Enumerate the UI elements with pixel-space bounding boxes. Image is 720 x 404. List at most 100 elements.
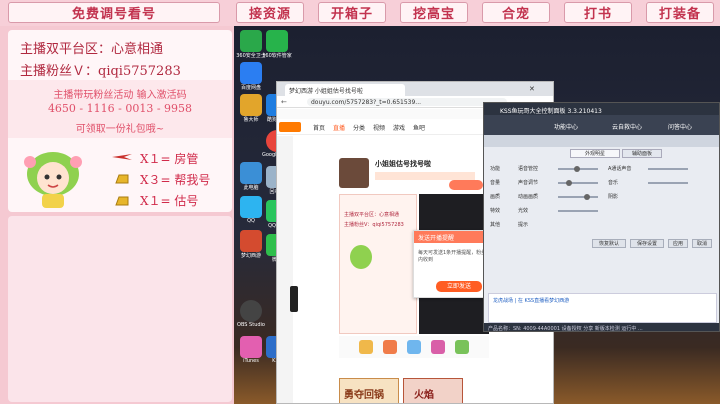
merge-pet-button[interactable]: 合宠 bbox=[482, 2, 550, 23]
qq-icon bbox=[240, 196, 262, 218]
kss-tabbar: 功能中心 云自救中心 问答中心 bbox=[484, 115, 719, 135]
kss-title: KSS鱼玩哥大全控制面板 3.3.210413 bbox=[500, 108, 602, 115]
desktop-icon-label: 百度网盘 bbox=[240, 85, 261, 91]
tab-cloud-center[interactable]: 云自救中心 bbox=[612, 122, 642, 131]
desktop-icon[interactable]: 360软件管家 bbox=[262, 30, 292, 59]
tab-function-center[interactable]: 功能中心 bbox=[554, 122, 578, 131]
room-title: 小姐姐估号找号啦 bbox=[375, 160, 431, 168]
browser-tabbar: 梦幻西游 小姐姐估号找号啦 ✕ bbox=[277, 82, 553, 96]
reward-find-account: X３= 帮我号 bbox=[140, 173, 211, 187]
kss-control-window: KSS鱼玩哥大全控制面板 3.3.210413 功能中心 云自救中心 问答中心 … bbox=[483, 102, 720, 332]
notice-title: 发送开播提醒 bbox=[418, 235, 455, 242]
slider[interactable] bbox=[648, 182, 688, 184]
douyu-logo bbox=[279, 122, 301, 132]
kss-toolbar bbox=[484, 135, 719, 147]
nav-game[interactable]: 游戏 bbox=[393, 123, 405, 132]
cancel-button[interactable]: 取消 bbox=[692, 239, 712, 248]
computer-icon bbox=[240, 162, 262, 184]
mascot-image bbox=[18, 144, 88, 210]
nav-video[interactable]: 视频 bbox=[373, 123, 385, 132]
promo-code: 4650 - 1116 - 0013 - 9958 bbox=[47, 102, 193, 115]
section-tab-label: 外观明星 bbox=[584, 151, 605, 157]
nav-home[interactable]: 首页 bbox=[313, 123, 325, 132]
desktop-icon[interactable]: OBS Studio bbox=[236, 300, 266, 328]
make-book-button[interactable]: 打书 bbox=[564, 2, 632, 23]
row-label: 音量 bbox=[490, 180, 501, 186]
platform-line: 主播双平台区：心意相通 bbox=[20, 42, 164, 57]
gift-icon[interactable] bbox=[455, 340, 469, 354]
banner-left[interactable]: 勇夺回锅 bbox=[339, 378, 399, 403]
airplane-icon bbox=[112, 148, 132, 160]
app-icon bbox=[240, 62, 262, 84]
slider-knob[interactable] bbox=[584, 194, 590, 200]
restore-default-button[interactable]: 恢复默认 bbox=[592, 239, 626, 248]
slider-knob[interactable] bbox=[574, 166, 580, 172]
section-tab-helper[interactable]: 辅助面板 bbox=[622, 149, 662, 158]
stream-info-panel: 主播双平台区：心意相通 主播粉丝V：qiqi5757283 bbox=[339, 194, 417, 334]
slider[interactable] bbox=[648, 168, 688, 170]
desktop-icon-label: 360软件管家 bbox=[262, 53, 292, 59]
tab-qa-center[interactable]: 问答中心 bbox=[668, 122, 692, 131]
slider-knob[interactable] bbox=[566, 180, 572, 186]
row-item: 音乐 bbox=[608, 180, 619, 186]
gift-icon[interactable] bbox=[359, 340, 373, 354]
slider[interactable] bbox=[558, 210, 598, 212]
row-label: 特效 bbox=[490, 208, 501, 214]
row-item: 声音调节 bbox=[518, 180, 539, 186]
itunes-icon bbox=[240, 336, 262, 358]
row-item: 动画画质 bbox=[518, 194, 539, 200]
slider[interactable] bbox=[558, 196, 598, 198]
make-equipment-button[interactable]: 打装备 bbox=[646, 2, 714, 23]
gift-bar bbox=[339, 336, 489, 358]
kss-titlebar: KSS鱼玩哥大全控制面板 3.3.210413 bbox=[484, 103, 719, 115]
banner-right[interactable]: 火焰 bbox=[403, 378, 463, 403]
send-notice-button[interactable]: 立即发送 bbox=[436, 281, 482, 292]
section-tab-appearance[interactable]: 外观明星 bbox=[570, 149, 620, 158]
dig-treasure-button[interactable]: 挖高宝 bbox=[400, 2, 468, 23]
nav-fishbar[interactable]: 鱼吧 bbox=[413, 123, 425, 132]
row-label: 画质 bbox=[490, 194, 501, 200]
app-icon bbox=[240, 30, 262, 52]
streamer-avatar[interactable] bbox=[339, 158, 369, 188]
slider[interactable] bbox=[558, 182, 598, 184]
reward-estimate-account: X１= 估号 bbox=[140, 194, 199, 208]
row-label: 其他 bbox=[490, 222, 501, 228]
apply-button[interactable]: 应用 bbox=[668, 239, 688, 248]
row-item: 语音管控 bbox=[518, 166, 539, 172]
mascot-thumb bbox=[350, 245, 372, 269]
gift-icon[interactable] bbox=[431, 340, 445, 354]
row-item: 阴影 bbox=[608, 194, 619, 200]
row-label: 功能 bbox=[490, 166, 501, 172]
browser-tab[interactable]: 梦幻西游 小姐姐估号找号啦 bbox=[285, 84, 405, 96]
kss-settings: 功能 语音管控 A通话声音 音量 声音调节 音乐 画质 动画画质 阴影 特效 光… bbox=[488, 163, 717, 235]
nav-category[interactable]: 分类 bbox=[353, 123, 365, 132]
left-empty-card bbox=[8, 216, 232, 402]
game-icon bbox=[240, 230, 262, 252]
scroll-handle[interactable] bbox=[290, 286, 298, 312]
fans-line: 主播粉丝Ｖ：qiqi5757283 bbox=[20, 64, 181, 79]
gold-bar-icon bbox=[114, 170, 130, 184]
save-settings-button[interactable]: 保存设置 bbox=[630, 239, 664, 248]
gift-icon[interactable] bbox=[407, 340, 421, 354]
reward-room-manager: X１= 房管 bbox=[140, 152, 199, 166]
streamer-info-card: 主播双平台区：心意相通 主播粉丝Ｖ：qiqi5757283 主播带玩粉丝活动 输… bbox=[8, 30, 232, 212]
site-sidebar bbox=[277, 136, 293, 403]
url-input[interactable]: douyu.com/5757283?_t=0.651539... bbox=[307, 98, 507, 106]
desktop-icon-label: OBS Studio bbox=[237, 322, 265, 328]
nav-live[interactable]: 直播 bbox=[333, 123, 345, 132]
kss-status-text: 产品名称：SN: 4009·44A0001 设备授权 分享 新版本检测 运行中 … bbox=[488, 326, 643, 332]
resources-button[interactable]: 接资源 bbox=[236, 2, 304, 23]
gift-icon[interactable] bbox=[383, 340, 397, 354]
promo-box: 主播带玩粉丝活动 输入激活码 4650 - 1116 - 0013 - 9958… bbox=[8, 80, 232, 138]
section-tab-label: 辅助面板 bbox=[631, 151, 652, 157]
open-box-button[interactable]: 开箱子 bbox=[318, 2, 386, 23]
app-icon bbox=[240, 94, 262, 116]
free-check-account-button[interactable]: 免费调号看号 bbox=[8, 2, 220, 23]
desktop-icon[interactable]: 百度网盘 bbox=[236, 62, 266, 91]
obs-icon bbox=[240, 300, 262, 322]
news-title[interactable]: 龙虎战场 | 在 KSS直播看梦幻西游 bbox=[493, 297, 569, 304]
close-icon[interactable]: ✕ bbox=[529, 85, 535, 93]
follow-button[interactable] bbox=[449, 180, 483, 190]
back-icon[interactable]: ← bbox=[281, 98, 287, 106]
banner-right-text: 火焰 bbox=[414, 390, 434, 401]
